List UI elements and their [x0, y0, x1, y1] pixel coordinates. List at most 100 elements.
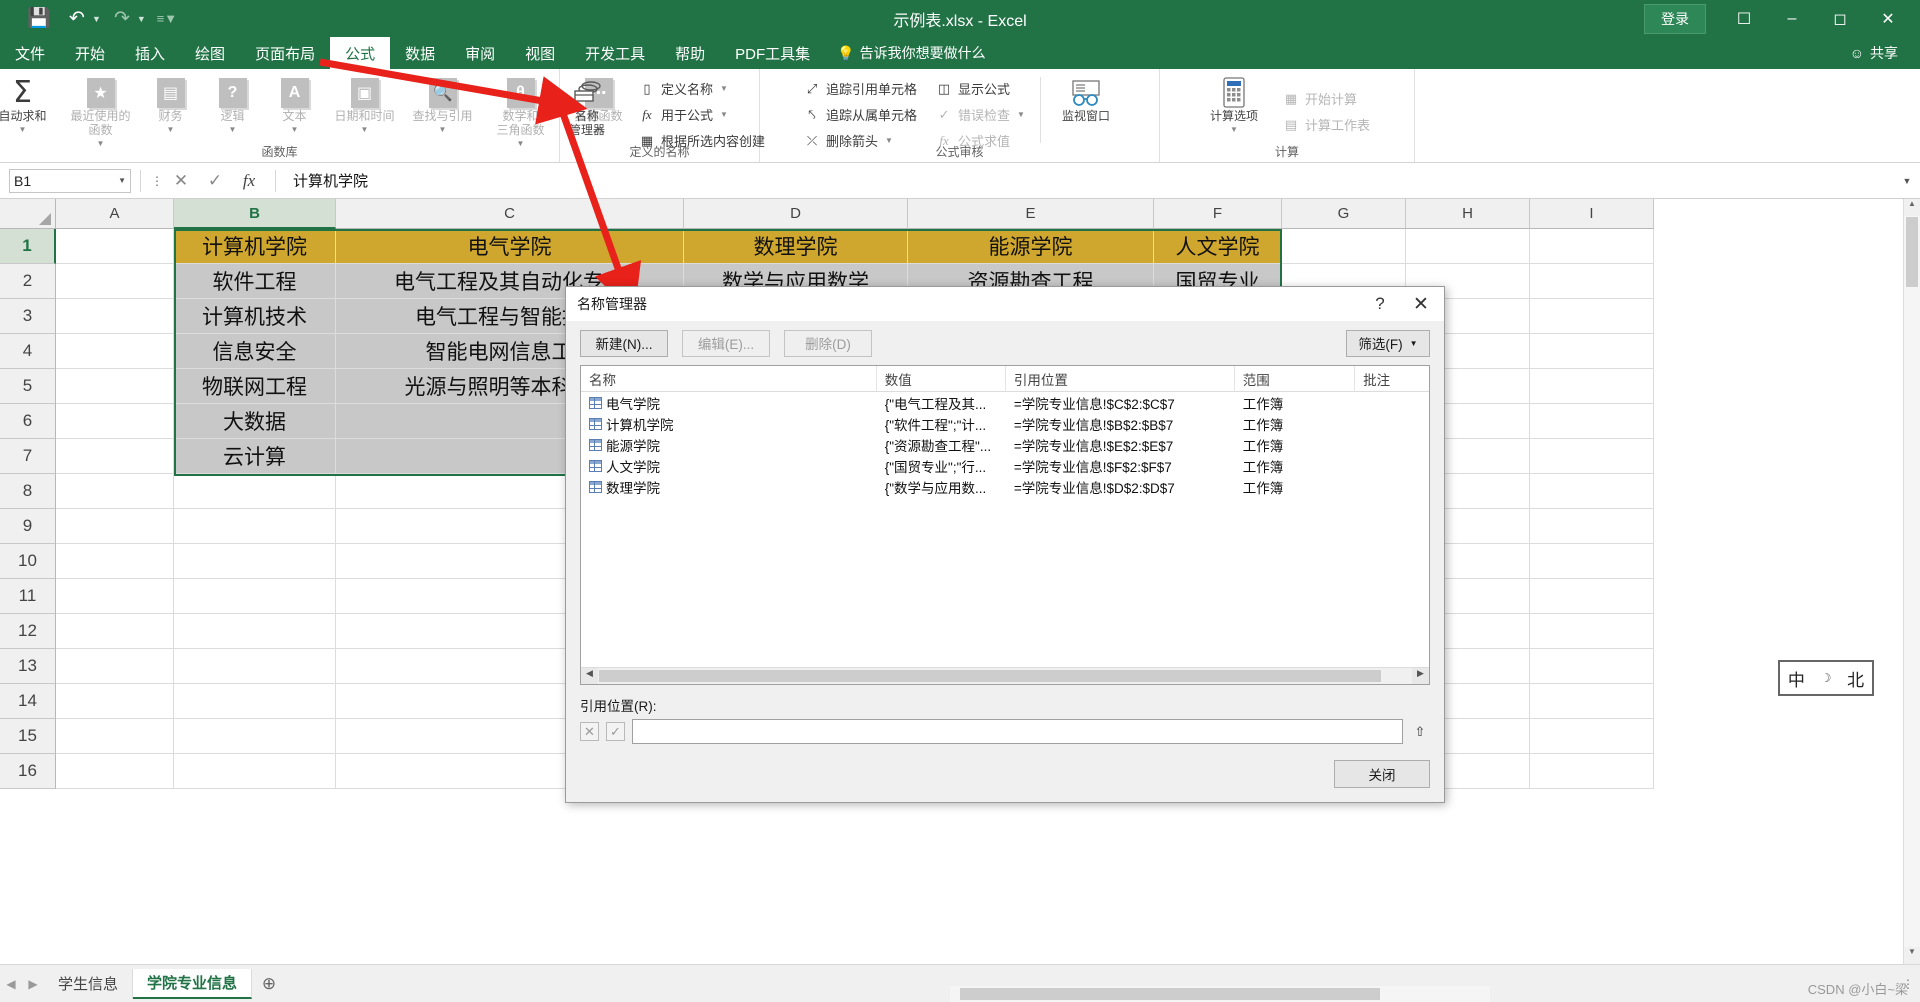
sheet-tab-student-info[interactable]: 学生信息	[44, 968, 134, 999]
cell-G1[interactable]	[1282, 229, 1406, 264]
table-row[interactable]: 人文学院 {"国贸专业";"行... =学院专业信息!$F$2:$F$7 工作簿	[581, 455, 1429, 476]
row-header-13[interactable]: 13	[0, 649, 56, 684]
cell-I15[interactable]	[1530, 719, 1654, 754]
cell-I5[interactable]	[1530, 369, 1654, 404]
maximize-icon[interactable]: ◻	[1816, 0, 1864, 37]
tab-review[interactable]: 审阅	[450, 37, 510, 69]
ime-moon-icon[interactable]: ☽	[1821, 671, 1832, 685]
cell-B6[interactable]: 大数据	[174, 404, 336, 439]
close-dialog-button[interactable]: 关闭	[1334, 760, 1430, 788]
confirm-icon[interactable]: ✓	[198, 171, 232, 191]
tell-me-box[interactable]: 💡 告诉我你想要做什么	[825, 37, 997, 69]
sign-in-button[interactable]: 登录	[1644, 3, 1706, 34]
column-header-E[interactable]: E	[908, 199, 1154, 229]
cell-A10[interactable]	[56, 544, 174, 579]
share-button[interactable]: ☺ 共享	[1850, 37, 1920, 69]
refers-to-input[interactable]	[632, 719, 1403, 744]
cell-A14[interactable]	[56, 684, 174, 719]
ime-mode[interactable]: 中	[1788, 666, 1805, 691]
formula-input[interactable]: 计算机学院	[285, 169, 1894, 193]
cell-B3[interactable]: 计算机技术	[174, 299, 336, 334]
cell-A1[interactable]	[56, 229, 174, 264]
row-header-6[interactable]: 6	[0, 404, 56, 439]
cell-I6[interactable]	[1530, 404, 1654, 439]
text-button[interactable]: A 文本 ▼	[264, 73, 326, 137]
table-row[interactable]: 计算机学院 {"软件工程";"计... =学院专业信息!$B$2:$B$7 工作…	[581, 413, 1429, 434]
cell-A9[interactable]	[56, 509, 174, 544]
cell-B4[interactable]: 信息安全	[174, 334, 336, 369]
row-header-11[interactable]: 11	[0, 579, 56, 614]
customize-qat-icon[interactable]: ≡▼	[150, 4, 184, 34]
column-header-D[interactable]: D	[684, 199, 908, 229]
column-header-G[interactable]: G	[1282, 199, 1406, 229]
calculate-now-button[interactable]: ▦ 开始计算	[1279, 87, 1373, 110]
column-header-C[interactable]: C	[336, 199, 684, 229]
cell-B1[interactable]: 计算机学院	[174, 229, 336, 264]
col-header-name[interactable]: 名称	[581, 366, 877, 391]
row-header-2[interactable]: 2	[0, 264, 56, 299]
column-header-A[interactable]: A	[56, 199, 174, 229]
undo-dropdown-icon[interactable]: ▼	[92, 14, 101, 24]
cell-I7[interactable]	[1530, 439, 1654, 474]
refers-to-cancel-icon[interactable]: ✕	[580, 722, 599, 741]
row-header-15[interactable]: 15	[0, 719, 56, 754]
cell-B16[interactable]	[174, 754, 336, 789]
ime-lang[interactable]: 北	[1847, 666, 1864, 691]
filter-button[interactable]: 筛选(F) ▼	[1346, 329, 1430, 357]
delete-name-button[interactable]: 删除(D)	[784, 329, 872, 357]
use-in-formula-dropdown-icon[interactable]: ▼	[720, 110, 728, 119]
first-sheet-icon[interactable]: ◀	[0, 977, 22, 991]
cell-I1[interactable]	[1530, 229, 1654, 264]
cell-A8[interactable]	[56, 474, 174, 509]
cell-I4[interactable]	[1530, 334, 1654, 369]
help-icon[interactable]: ?	[1362, 294, 1398, 314]
dialog-close-icon[interactable]: ✕	[1398, 293, 1444, 316]
autosum-button[interactable]: Σ 自动求和 ▼	[0, 73, 62, 137]
insert-function-icon[interactable]: fx	[232, 171, 266, 191]
expand-formula-bar-icon[interactable]: ▼	[1894, 176, 1920, 186]
cell-B13[interactable]	[174, 649, 336, 684]
cell-A11[interactable]	[56, 579, 174, 614]
lookup-reference-dropdown-icon[interactable]: ▼	[439, 125, 447, 134]
save-icon[interactable]: 💾	[22, 4, 56, 34]
column-header-F[interactable]: F	[1154, 199, 1282, 229]
row-header-16[interactable]: 16	[0, 754, 56, 789]
cell-A16[interactable]	[56, 754, 174, 789]
names-list[interactable]: 名称 数值 引用位置 范围 批注 电气学院 {"电气工程及其... =学院专业信…	[580, 365, 1430, 685]
cell-F1[interactable]: 人文学院	[1154, 229, 1282, 264]
tab-formulas[interactable]: 公式	[330, 37, 391, 69]
calculate-sheet-button[interactable]: ▤ 计算工作表	[1279, 113, 1373, 136]
trace-precedents-button[interactable]: ⤢ 追踪引用单元格	[800, 77, 920, 100]
cell-A6[interactable]	[56, 404, 174, 439]
logical-button[interactable]: ? 逻辑 ▼	[202, 73, 264, 137]
tab-page-layout[interactable]: 页面布局	[240, 37, 330, 69]
cell-E1[interactable]: 能源学院	[908, 229, 1154, 264]
cell-B9[interactable]	[174, 509, 336, 544]
calculation-options-dropdown-icon[interactable]: ▼	[1230, 125, 1238, 134]
row-header-1[interactable]: 1	[0, 229, 56, 264]
tab-help[interactable]: 帮助	[660, 37, 720, 69]
cell-B5[interactable]: 物联网工程	[174, 369, 336, 404]
table-row[interactable]: 能源学院 {"资源勘查工程"... =学院专业信息!$E$2:$E$7 工作簿	[581, 434, 1429, 455]
cell-I14[interactable]	[1530, 684, 1654, 719]
cancel-icon[interactable]: ✕	[164, 171, 198, 191]
cell-B14[interactable]	[174, 684, 336, 719]
close-icon[interactable]: ✕	[1864, 0, 1912, 37]
cell-I16[interactable]	[1530, 754, 1654, 789]
cell-B11[interactable]	[174, 579, 336, 614]
row-header-10[interactable]: 10	[0, 544, 56, 579]
column-header-I[interactable]: I	[1530, 199, 1654, 229]
cell-A15[interactable]	[56, 719, 174, 754]
tab-data[interactable]: 数据	[390, 37, 450, 69]
column-header-B[interactable]: B	[174, 199, 336, 229]
list-scroll-left-icon[interactable]: ◀	[581, 668, 598, 684]
list-scroll-right-icon[interactable]: ▶	[1412, 668, 1429, 684]
table-row[interactable]: 数理学院 {"数学与应用数... =学院专业信息!$D$2:$D$7 工作簿	[581, 476, 1429, 497]
lookup-reference-button[interactable]: 🔍 查找与引用 ▼	[404, 73, 482, 137]
cell-D1[interactable]: 数理学院	[684, 229, 908, 264]
edit-name-button[interactable]: 编辑(E)...	[682, 329, 770, 357]
cell-A13[interactable]	[56, 649, 174, 684]
date-time-button[interactable]: ▣ 日期和时间 ▼	[326, 73, 404, 137]
cell-A2[interactable]	[56, 264, 174, 299]
column-header-H[interactable]: H	[1406, 199, 1530, 229]
